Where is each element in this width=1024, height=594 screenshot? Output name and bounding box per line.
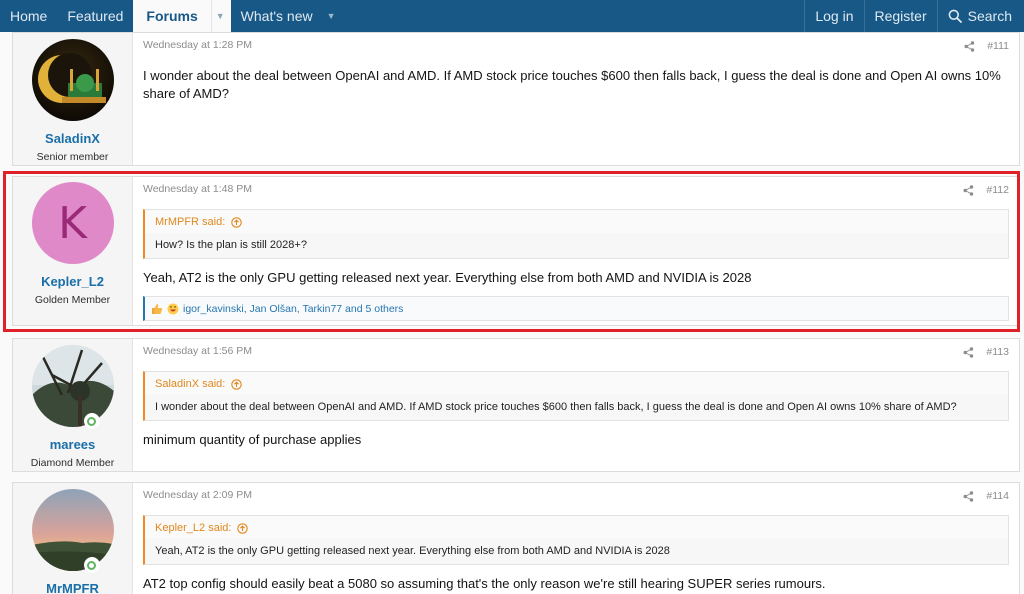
nav-home[interactable]: Home bbox=[0, 0, 57, 32]
post-timestamp[interactable]: Wednesday at 1:56 PM bbox=[143, 345, 252, 359]
post-user-cell: MrMPFR bbox=[13, 483, 133, 594]
nav-whats-new[interactable]: What's new bbox=[231, 0, 323, 32]
arrow-up-circle-icon[interactable] bbox=[231, 378, 243, 390]
whats-new-dropdown-caret[interactable]: ▼ bbox=[323, 0, 342, 32]
post-message: I wonder about the deal between OpenAI a… bbox=[143, 68, 1001, 101]
arrow-up-circle-icon[interactable] bbox=[237, 522, 249, 534]
post-meta: Wednesday at 1:28 PM #111 bbox=[143, 39, 1009, 53]
username[interactable]: Kepler_L2 bbox=[41, 274, 104, 289]
search-label: Search bbox=[967, 8, 1012, 24]
sunset-landscape-avatar-icon bbox=[31, 489, 114, 571]
user-title: Diamond Member bbox=[30, 457, 115, 469]
mosque-crescent-avatar-icon bbox=[31, 39, 114, 121]
forums-dropdown-caret[interactable]: ▼ bbox=[210, 0, 231, 32]
nav-featured[interactable]: Featured bbox=[57, 0, 133, 32]
post-message: Yeah, AT2 is the only GPU getting releas… bbox=[143, 270, 752, 285]
share-icon[interactable] bbox=[963, 346, 974, 358]
post-number[interactable]: #114 bbox=[986, 490, 1009, 502]
avatar[interactable]: K bbox=[31, 182, 114, 264]
post-meta: Wednesday at 2:09 PM #114 bbox=[143, 489, 1009, 503]
quote-header[interactable]: SaladinX said: bbox=[145, 372, 1008, 395]
post-meta: Wednesday at 1:56 PM #113 bbox=[143, 345, 1009, 359]
nav-account-group: Log in Register Search bbox=[804, 0, 1024, 32]
avatar[interactable] bbox=[31, 345, 114, 429]
post-114: MrMPFR Wednesday at 2:09 PM #114 Kepler_… bbox=[12, 482, 1020, 594]
search-icon bbox=[948, 9, 962, 23]
avatar[interactable] bbox=[31, 489, 114, 573]
search-button[interactable]: Search bbox=[936, 0, 1024, 32]
quote-author: SaladinX said: bbox=[155, 378, 226, 390]
quote-header[interactable]: MrMPFR said: bbox=[145, 210, 1008, 233]
login-link[interactable]: Log in bbox=[804, 0, 863, 32]
top-navigation-bar: Home Featured Forums ▼ What's new ▼ Log … bbox=[0, 0, 1024, 32]
username[interactable]: SaladinX bbox=[45, 131, 100, 146]
post-user-cell: marees Diamond Member bbox=[13, 339, 133, 471]
post-main-cell: Wednesday at 1:56 PM #113 SaladinX said:… bbox=[133, 339, 1019, 471]
nav-forums[interactable]: Forums bbox=[133, 0, 211, 32]
register-link[interactable]: Register bbox=[863, 0, 937, 32]
post-user-cell: K Kepler_L2 Golden Member bbox=[13, 177, 133, 325]
reaction-users[interactable]: igor_kavinski, Jan Olšan, Tarkin77 and 5… bbox=[183, 303, 403, 315]
post-111: SaladinX Senior member Wednesday at 1:28… bbox=[12, 32, 1020, 166]
post-timestamp[interactable]: Wednesday at 2:09 PM bbox=[143, 489, 252, 503]
post-timestamp[interactable]: Wednesday at 1:28 PM bbox=[143, 39, 252, 53]
quote-text: How? Is the plan is still 2028+? bbox=[155, 239, 307, 251]
quote-text: I wonder about the deal between OpenAI a… bbox=[155, 401, 957, 413]
online-status-icon bbox=[83, 413, 100, 429]
chevron-down-icon: ▼ bbox=[326, 11, 336, 21]
post-message: AT2 top config should easily beat a 5080… bbox=[143, 576, 826, 591]
post-main-cell: Wednesday at 1:28 PM #111 I wonder about… bbox=[133, 33, 1019, 165]
share-icon[interactable] bbox=[963, 184, 974, 196]
username[interactable]: marees bbox=[50, 437, 96, 452]
arrow-up-circle-icon[interactable] bbox=[231, 216, 243, 228]
quote-block: SaladinX said: I wonder about the deal b… bbox=[143, 371, 1009, 421]
post-user-cell: SaladinX Senior member bbox=[13, 33, 133, 165]
user-title: Senior member bbox=[36, 151, 109, 163]
quote-header[interactable]: Kepler_L2 said: bbox=[145, 516, 1008, 539]
laughing-face-icon bbox=[167, 303, 179, 315]
quote-block: Kepler_L2 said: Yeah, AT2 is the only GP… bbox=[143, 515, 1009, 565]
username[interactable]: MrMPFR bbox=[46, 581, 99, 594]
quote-author: MrMPFR said: bbox=[155, 216, 226, 228]
quote-text: Yeah, AT2 is the only GPU getting releas… bbox=[155, 545, 670, 557]
post-number[interactable]: #111 bbox=[987, 40, 1009, 52]
reactions-bar[interactable]: igor_kavinski, Jan Olšan, Tarkin77 and 5… bbox=[143, 296, 1009, 321]
chevron-down-icon: ▼ bbox=[215, 11, 225, 21]
post-number[interactable]: #112 bbox=[986, 184, 1009, 196]
share-icon[interactable] bbox=[963, 490, 974, 502]
post-main-cell: Wednesday at 2:09 PM #114 Kepler_L2 said… bbox=[133, 483, 1019, 594]
post-message: minimum quantity of purchase applies bbox=[143, 432, 362, 447]
thumbs-up-icon bbox=[151, 303, 163, 315]
quote-author: Kepler_L2 said: bbox=[155, 522, 232, 534]
avatar-letter: K bbox=[58, 197, 87, 249]
post-113: marees Diamond Member Wednesday at 1:56 … bbox=[12, 338, 1020, 472]
online-status-icon bbox=[83, 557, 100, 573]
post-meta: Wednesday at 1:48 PM #112 bbox=[143, 183, 1009, 197]
post-112: K Kepler_L2 Golden Member Wednesday at 1… bbox=[12, 176, 1020, 326]
share-icon[interactable] bbox=[964, 40, 975, 52]
tree-photo-avatar-icon bbox=[31, 345, 114, 427]
avatar[interactable] bbox=[31, 39, 114, 121]
post-main-cell: Wednesday at 1:48 PM #112 MrMPFR said: H… bbox=[133, 177, 1019, 325]
post-number[interactable]: #113 bbox=[986, 346, 1009, 358]
user-title: Golden Member bbox=[34, 294, 111, 306]
post-timestamp[interactable]: Wednesday at 1:48 PM bbox=[143, 183, 252, 197]
quote-block: MrMPFR said: How? Is the plan is still 2… bbox=[143, 209, 1009, 259]
